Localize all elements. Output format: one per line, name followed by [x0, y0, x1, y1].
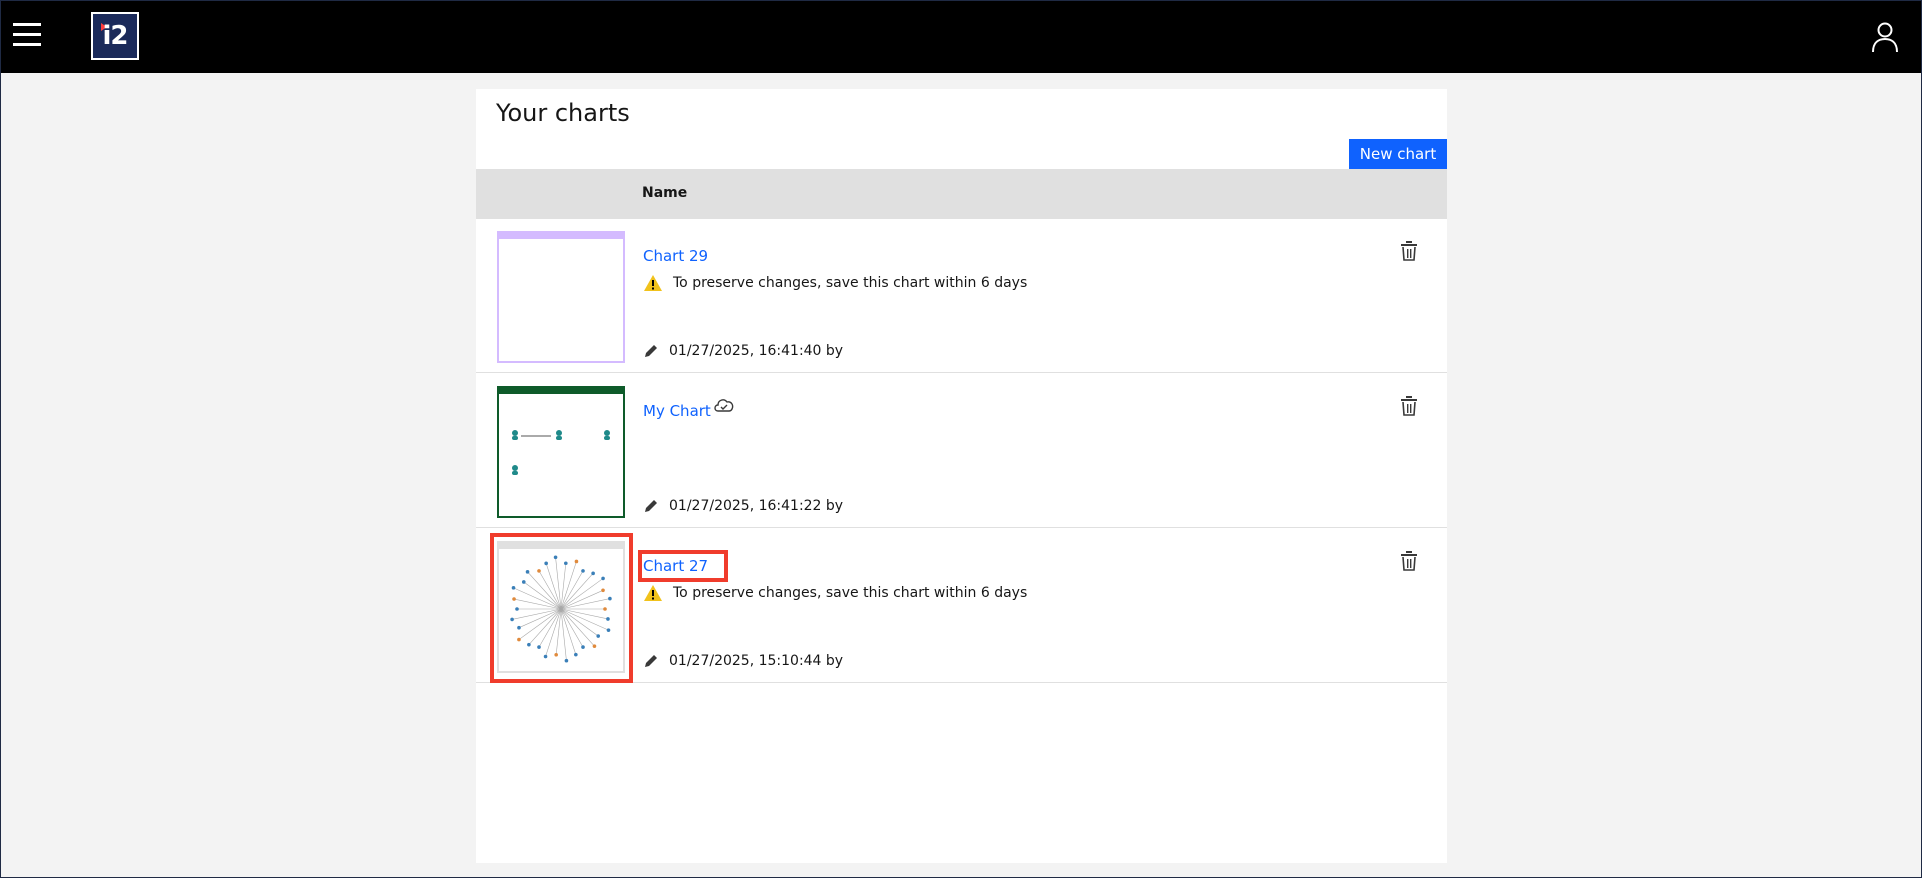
- warning-icon: [644, 585, 662, 601]
- i2-logo[interactable]: i2: [91, 12, 139, 60]
- table-header: Name: [476, 169, 1447, 219]
- network-node: [574, 559, 579, 564]
- page-title: Your charts: [496, 99, 630, 127]
- modified-text: 01/27/2025, 15:10:44 by: [669, 653, 844, 669]
- last-modified: 01/27/2025, 16:41:40 by: [643, 343, 843, 359]
- network-node: [537, 645, 541, 649]
- network-node: [606, 628, 611, 632]
- network-node: [537, 569, 541, 573]
- network-node: [592, 644, 597, 648]
- warning-text: To preserve changes, save this chart wit…: [673, 585, 1028, 601]
- network-node: [511, 586, 516, 590]
- network-node: [591, 571, 595, 576]
- trash-icon[interactable]: [1401, 241, 1417, 261]
- warning-text: To preserve changes, save this chart wit…: [673, 275, 1028, 291]
- network-node: [512, 597, 516, 601]
- pencil-icon: [645, 655, 657, 667]
- network-node: [544, 561, 548, 566]
- trash-icon[interactable]: [1401, 396, 1417, 416]
- chart-thumbnail[interactable]: [497, 541, 625, 673]
- column-header-name[interactable]: Name: [642, 185, 687, 201]
- chart-thumbnail[interactable]: [497, 231, 625, 363]
- new-chart-button[interactable]: New chart: [1349, 139, 1447, 169]
- charts-panel: Your charts New chart Name Chart 29 To p…: [476, 89, 1447, 863]
- network-node: [564, 658, 569, 663]
- network-node: [601, 576, 605, 581]
- modified-text: 01/27/2025, 16:41:40 by: [669, 343, 844, 359]
- chart-row: My Chart 01/27/2025, 16:41:22 by: [476, 374, 1447, 528]
- warning-icon: [644, 275, 662, 291]
- chart-name-link[interactable]: My Chart: [643, 402, 711, 420]
- user-profile-icon[interactable]: [1871, 21, 1899, 53]
- network-node: [510, 617, 514, 622]
- network-node: [517, 637, 521, 642]
- network-node: [606, 617, 610, 621]
- last-modified: 01/27/2025, 16:41:22 by: [643, 498, 843, 514]
- network-node: [525, 570, 530, 574]
- network-node: [515, 607, 519, 611]
- network-node: [601, 588, 605, 593]
- network-node: [553, 555, 558, 560]
- network-node: [543, 654, 548, 659]
- unsaved-warning: To preserve changes, save this chart wit…: [643, 274, 1027, 292]
- network-node: [581, 569, 585, 573]
- pencil-icon: [645, 345, 657, 357]
- chart-name-link[interactable]: Chart 29: [643, 247, 708, 265]
- network-node: [581, 645, 585, 649]
- chart-name-link[interactable]: Chart 27: [643, 557, 708, 575]
- logo-text: i2: [102, 21, 128, 51]
- unsaved-warning: To preserve changes, save this chart wit…: [643, 584, 1027, 602]
- network-node: [527, 642, 531, 647]
- chart-thumbnail[interactable]: [497, 386, 625, 518]
- cloud-check-icon: [714, 399, 734, 412]
- top-bar: i2: [1, 1, 1921, 73]
- network-node: [517, 625, 521, 630]
- chart-row: Chart 27 To preserve changes, save this …: [476, 529, 1447, 683]
- network-node: [574, 652, 578, 657]
- hamburger-menu-icon[interactable]: [11, 19, 43, 51]
- modified-text: 01/27/2025, 16:41:22 by: [669, 498, 844, 514]
- network-node: [608, 596, 612, 601]
- network-node: [554, 652, 558, 657]
- pencil-icon: [645, 500, 657, 512]
- thumbnail-preview: [512, 430, 610, 475]
- last-modified: 01/27/2025, 15:10:44 by: [643, 653, 843, 669]
- network-node: [603, 607, 607, 611]
- network-node: [564, 561, 568, 566]
- network-node: [521, 580, 526, 584]
- trash-icon[interactable]: [1401, 551, 1417, 571]
- thumbnail-preview: [510, 555, 612, 663]
- network-node: [596, 634, 601, 638]
- thumbnail-color-bar: [499, 233, 623, 239]
- chart-row: Chart 29 To preserve changes, save this …: [476, 219, 1447, 373]
